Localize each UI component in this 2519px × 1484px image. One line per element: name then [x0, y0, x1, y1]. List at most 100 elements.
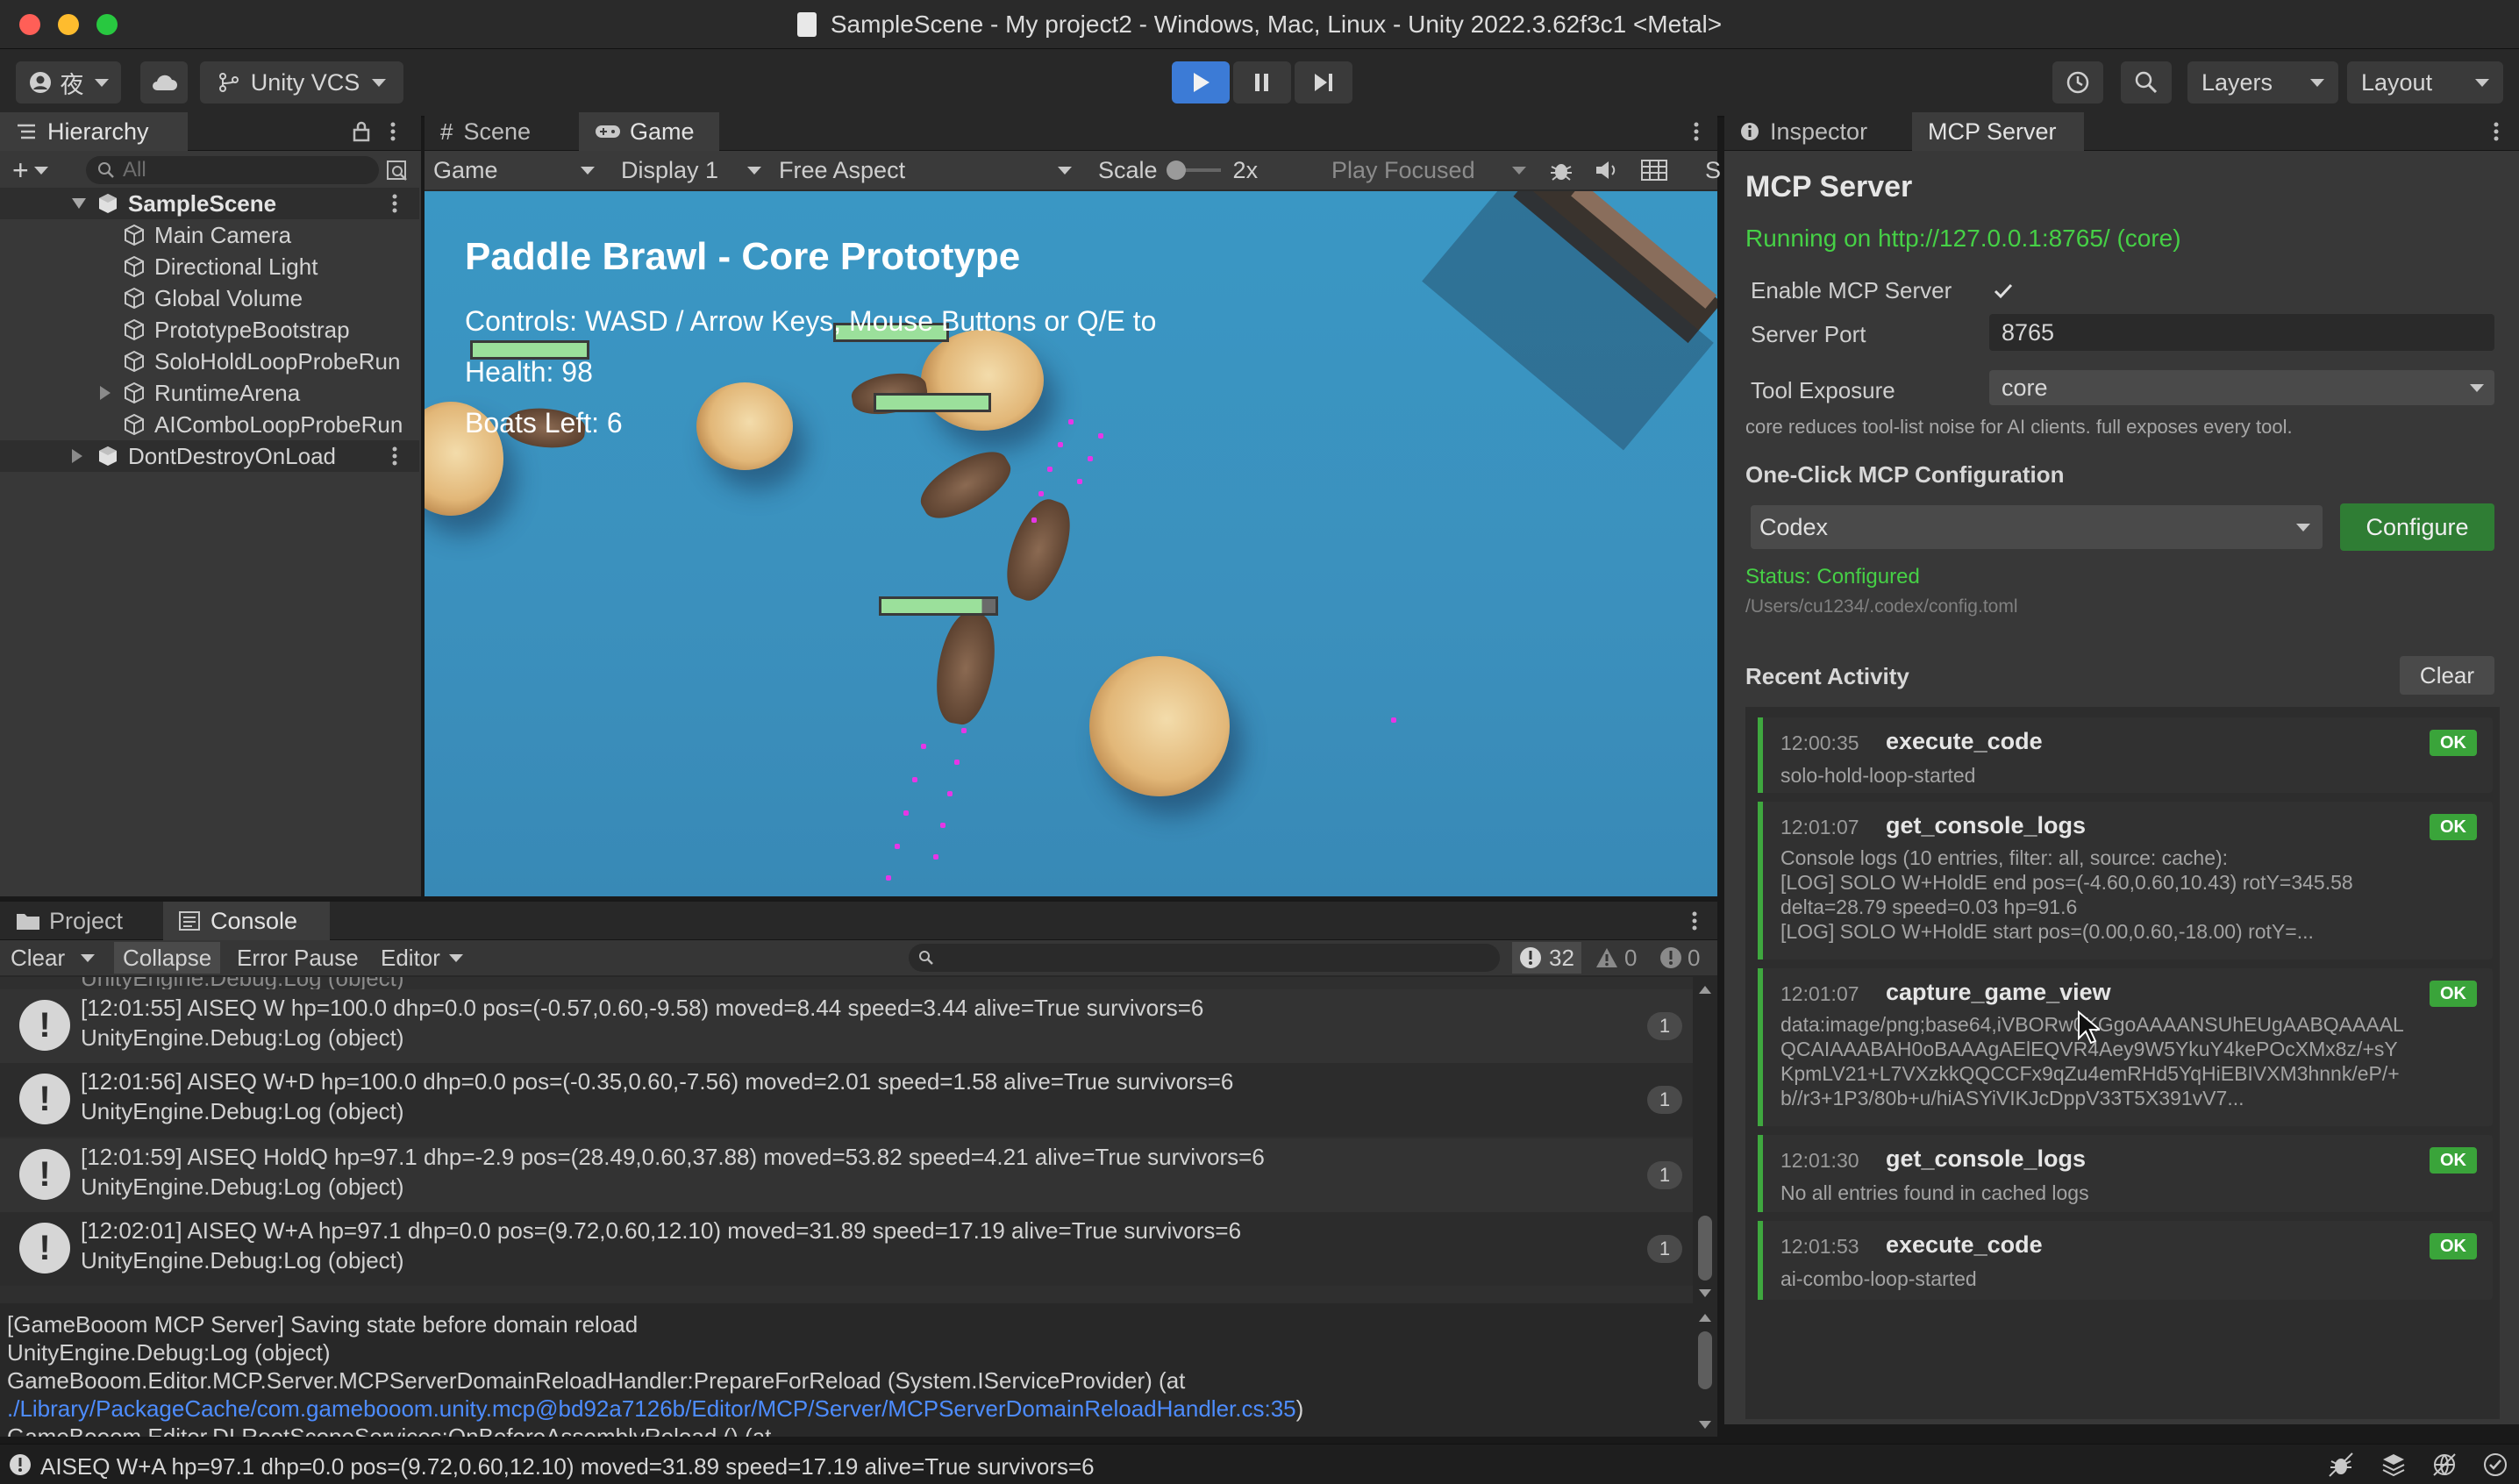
hierarchy-item-directional-light[interactable]: Directional Light	[0, 251, 419, 282]
wake-particle	[1058, 442, 1063, 447]
tab-console[interactable]: Console	[163, 902, 330, 940]
error-count-toggle[interactable]: 0	[1659, 944, 1700, 972]
activity-time: 12:01:30	[1780, 1149, 1859, 1172]
layers-label: Layers	[2201, 68, 2273, 96]
activity-name: execute_code	[1886, 1231, 2043, 1258]
console-log-entry[interactable]: ! [12:02:01] AISEQ W+A hp=97.1 dhp=0.0 p…	[0, 1212, 1693, 1286]
console-log-entry[interactable]: ! [12:01:56] AISEQ W+D hp=100.0 dhp=0.0 …	[0, 1063, 1693, 1137]
hierarchy-search-field[interactable]: All	[86, 156, 379, 184]
pause-button[interactable]	[1233, 61, 1291, 103]
tab-scene[interactable]: # Scene	[425, 112, 574, 151]
speaker-icon[interactable]	[1595, 159, 1619, 182]
activity-item[interactable]: 12:00:35 execute_code OK solo-hold-loop-…	[1758, 717, 2493, 793]
server-port-field[interactable]: 8765	[1989, 314, 2494, 351]
activity-item[interactable]: 12:01:53 execute_code OK ai-combo-loop-s…	[1758, 1221, 2493, 1300]
status-message[interactable]: AISEQ W+A hp=97.1 dhp=0.0 pos=(9.72,0.60…	[40, 1453, 1095, 1480]
info-count-toggle[interactable]: 32	[1512, 942, 1581, 974]
tool-exposure-dropdown[interactable]: core	[1989, 370, 2494, 405]
console-search-field[interactable]	[909, 944, 1500, 972]
warning-count-toggle[interactable]: 0	[1595, 944, 1637, 972]
log-info-icon: !	[19, 1074, 70, 1124]
scrollbar-thumb[interactable]	[1698, 1331, 1712, 1389]
client-dropdown[interactable]: Codex	[1751, 505, 2323, 549]
configure-button[interactable]: Configure	[2340, 503, 2494, 551]
detail-line: UnityEngine.Debug:Log (object)	[7, 1339, 331, 1366]
item-menu-icon[interactable]	[391, 193, 398, 214]
bug-icon[interactable]	[1549, 158, 1573, 182]
console-log-entry[interactable]: ! [12:01:55] AISEQ W hp=100.0 dhp=0.0 po…	[0, 989, 1693, 1063]
scroll-up-arrow-icon[interactable]	[1699, 986, 1711, 994]
check-circle-icon[interactable]	[2482, 1452, 2508, 1478]
search-button[interactable]	[2121, 61, 2172, 103]
tab-inspector[interactable]: Inspector	[1724, 112, 1909, 151]
collapse-toggle[interactable]: Collapse	[114, 942, 221, 974]
stats-button[interactable]: S	[1705, 151, 1721, 189]
tab-project[interactable]: Project	[0, 902, 163, 940]
scroll-down-arrow-icon[interactable]	[1699, 1421, 1711, 1429]
display-dropdown[interactable]: Display 1	[621, 151, 761, 189]
activity-item[interactable]: 12:01:07 get_console_logs OK Console log…	[1758, 802, 2493, 960]
panel-menu-icon[interactable]	[2493, 121, 2500, 142]
unity-vcs-dropdown[interactable]: Unity VCS	[200, 61, 403, 103]
hierarchy-item-dontdestroyonload[interactable]: DontDestroyOnLoad	[0, 440, 419, 472]
expand-arrow-icon[interactable]	[72, 198, 86, 209]
scroll-down-arrow-icon[interactable]	[1699, 1289, 1711, 1297]
scroll-up-arrow-icon[interactable]	[1699, 1314, 1711, 1322]
debug-mode-icon[interactable]	[2328, 1452, 2354, 1478]
expand-arrow-icon[interactable]	[72, 449, 82, 463]
activity-name: execute_code	[1886, 728, 2043, 754]
hierarchy-item-soloholdloopproberun[interactable]: SoloHoldLoopProbeRun	[0, 346, 419, 377]
item-menu-icon[interactable]	[391, 446, 398, 467]
tab-hierarchy[interactable]: Hierarchy	[0, 112, 188, 151]
gizmo-grid-icon[interactable]	[1640, 159, 1668, 182]
play-mode-dropdown[interactable]: Play Focused	[1331, 151, 1533, 189]
mcp-heading: MCP Server	[1745, 170, 1913, 203]
hierarchy-item-samplescene[interactable]: SampleScene	[0, 188, 419, 219]
editor-dropdown[interactable]: Editor	[381, 944, 463, 972]
stacktrace-file-link[interactable]: ./Library/PackageCache/com.gamebooom.uni…	[7, 1395, 1296, 1422]
chevron-down-icon	[81, 953, 96, 962]
wake-particle	[912, 777, 917, 782]
layers-stack-icon[interactable]	[2380, 1452, 2407, 1478]
panel-menu-icon[interactable]	[1691, 910, 1698, 931]
game-view-dropdown[interactable]: Game	[433, 151, 600, 189]
game-viewport[interactable]: Paddle Brawl - Core Prototype Controls: …	[425, 191, 1717, 896]
scene-search-icon[interactable]	[386, 160, 409, 182]
cloud-button[interactable]	[140, 61, 188, 103]
aspect-dropdown[interactable]: Free Aspect	[779, 151, 1077, 189]
scale-slider[interactable]	[1166, 161, 1221, 180]
enable-mcp-checkbox[interactable]	[1991, 279, 2016, 303]
layout-dropdown[interactable]: Layout	[2347, 61, 2503, 103]
tab-game[interactable]: Game	[579, 112, 719, 151]
clear-activity-button[interactable]: Clear	[2400, 656, 2494, 695]
panel-menu-icon[interactable]	[389, 121, 396, 142]
item-label: PrototypeBootstrap	[154, 316, 350, 343]
hierarchy-item-aicomboloopproberun[interactable]: AIComboLoopProbeRun	[0, 409, 419, 440]
scale-slider-handle[interactable]	[1166, 161, 1186, 180]
expand-arrow-icon[interactable]	[100, 386, 111, 400]
step-button[interactable]	[1295, 61, 1352, 103]
create-dropdown[interactable]: +	[12, 156, 48, 184]
account-dropdown[interactable]: 夜	[16, 61, 121, 103]
log-list-scrollbar[interactable]	[1696, 981, 1714, 1302]
hierarchy-item-runtimearena[interactable]: RuntimeArena	[0, 377, 419, 409]
hierarchy-item-prototype-bootstrap[interactable]: PrototypeBootstrap	[0, 314, 419, 346]
wake-particle	[1068, 419, 1074, 425]
hierarchy-item-global-volume[interactable]: Global Volume	[0, 282, 419, 314]
scrollbar-thumb[interactable]	[1698, 1216, 1712, 1281]
lock-icon[interactable]	[353, 121, 370, 142]
error-pause-toggle[interactable]: Error Pause	[237, 944, 359, 972]
console-clear-dropdown[interactable]: Clear	[11, 944, 96, 972]
layers-dropdown[interactable]: Layers	[2187, 61, 2338, 103]
history-button[interactable]	[2052, 61, 2103, 103]
game-toolbar: Game Display 1 Free Aspect Scale 2x Play…	[425, 151, 1721, 189]
activity-item[interactable]: 12:01:30 get_console_logs OK No all entr…	[1758, 1135, 2493, 1212]
activity-item[interactable]: 12:01:07 capture_game_view OK data:image…	[1758, 968, 2493, 1126]
panel-menu-icon[interactable]	[1693, 121, 1700, 142]
play-button[interactable]	[1172, 61, 1230, 103]
tab-mcp-server[interactable]: MCP Server	[1912, 112, 2084, 151]
console-log-entry[interactable]: ! [12:01:59] AISEQ HoldQ hp=97.1 dhp=-2.…	[0, 1138, 1693, 1212]
detail-scrollbar[interactable]	[1696, 1310, 1714, 1437]
hierarchy-item-main-camera[interactable]: Main Camera	[0, 219, 419, 251]
network-off-icon[interactable]	[2431, 1452, 2458, 1478]
